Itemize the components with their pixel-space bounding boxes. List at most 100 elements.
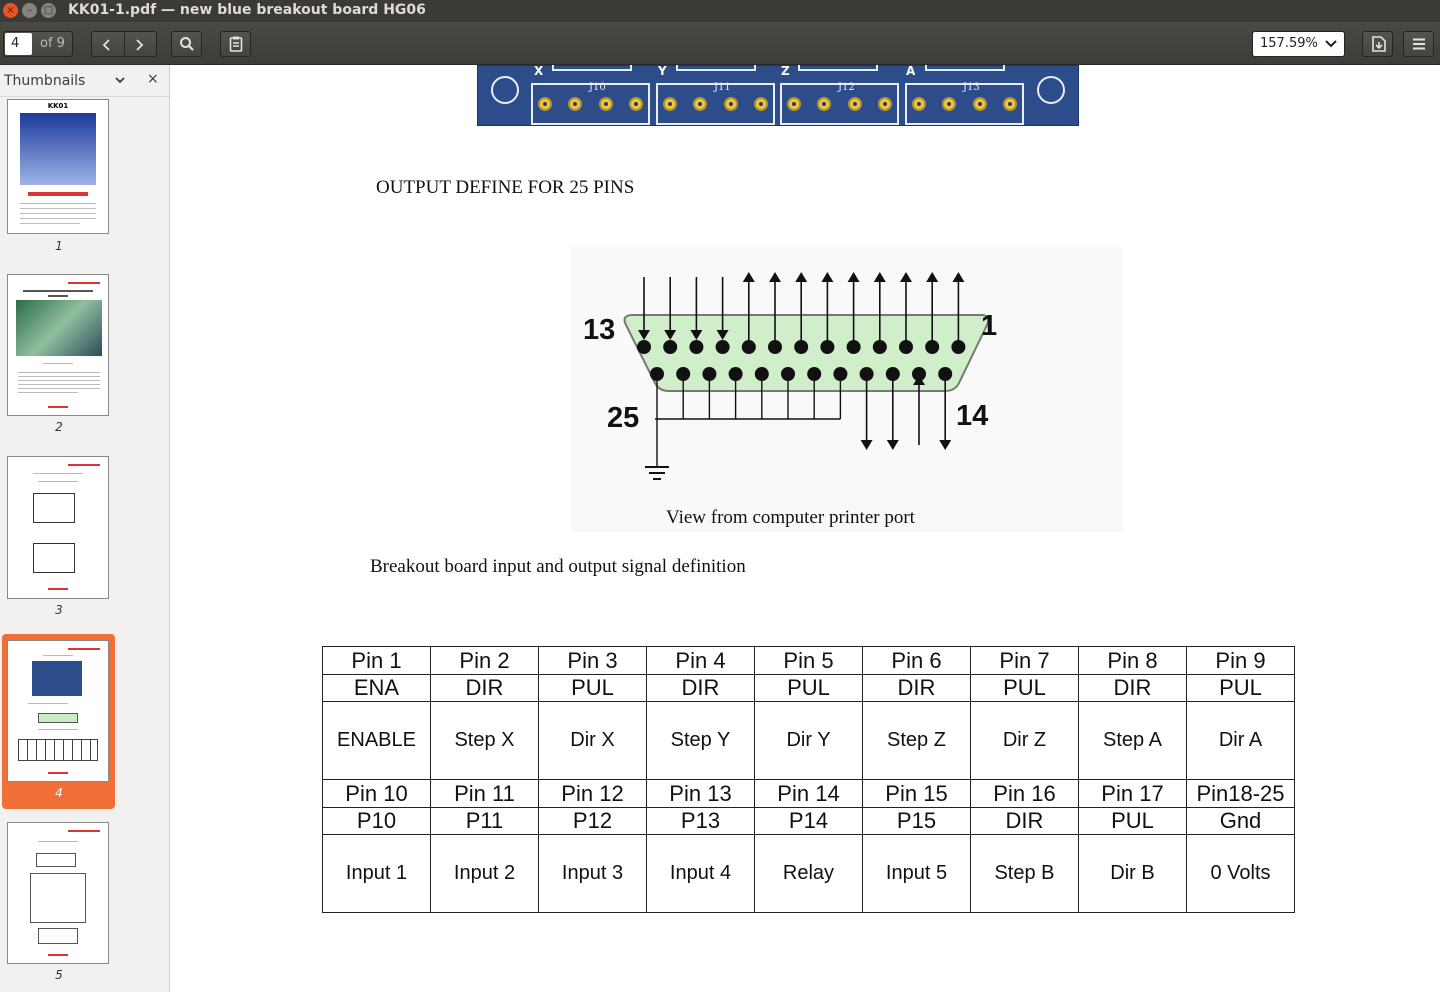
connector-pin xyxy=(794,340,809,354)
thumbnail-diagram xyxy=(30,873,86,923)
pin-cell: Pin 16 xyxy=(970,779,1079,808)
pin-cell: Pin 5 xyxy=(754,646,863,675)
pin-label-25: 25 xyxy=(607,402,639,434)
window-minimize-button[interactable]: – xyxy=(22,3,37,18)
search-icon xyxy=(180,37,194,51)
thumbnail-page-number: 5 xyxy=(55,968,63,982)
signal-cell: P11 xyxy=(430,807,539,835)
connector-pin xyxy=(663,340,678,354)
table-row: Pin 10 Pin 11 Pin 12 Pin 13 Pin 14 Pin 15 Pin … xyxy=(322,779,1295,808)
description-cell: Step Y xyxy=(646,701,755,780)
pcb-terminal-j12: J12 xyxy=(780,82,899,125)
table-row: Input 1 Input 2 Input 3 Input 4 Relay Input 5… xyxy=(322,834,1295,913)
signal-cell: P12 xyxy=(538,807,647,835)
db25-connector-diagram: 13 1 25 14 xyxy=(583,272,997,480)
connector-pin xyxy=(951,340,966,354)
zoom-select[interactable]: 157.59% xyxy=(1252,31,1345,57)
connector-pin xyxy=(637,340,651,354)
pin-label-1: 1 xyxy=(981,310,997,342)
connector-pin xyxy=(689,340,704,354)
pin-cell: Pin 1 xyxy=(322,646,431,675)
zoom-value: 157.59% xyxy=(1260,36,1318,51)
save-button[interactable] xyxy=(1362,31,1393,57)
find-button[interactable] xyxy=(171,31,202,57)
signal-cell: P15 xyxy=(862,807,971,835)
sidebar-header: Thumbnails × xyxy=(0,65,169,97)
connector-pin xyxy=(807,367,822,381)
document-view[interactable]: X Y Z A J10 J11 J12 J13 OUTPUT DEFINE FO… xyxy=(171,65,1440,992)
thumbnail-diagram xyxy=(33,543,75,573)
connector-pin xyxy=(768,340,782,354)
signal-definition-table: Pin 1 Pin 2 Pin 3 Pin 4 Pin 5 Pin 6 Pin 7 Pin 8… xyxy=(322,646,1295,913)
thumbnail-diagram xyxy=(38,928,78,944)
pcb-silkscreen xyxy=(798,65,878,71)
connector-pin xyxy=(925,340,940,354)
pcb-mark: A xyxy=(906,65,916,78)
connector-pin xyxy=(741,340,756,354)
description-cell: Step X xyxy=(430,701,539,780)
signal-cell: P10 xyxy=(322,807,431,835)
output-define-heading: OUTPUT DEFINE FOR 25 PINS xyxy=(376,177,635,198)
thumbnail-image xyxy=(7,640,109,782)
signal-cell: PUL xyxy=(970,674,1079,702)
connector-pin xyxy=(885,367,900,381)
pin-cell: Pin 10 xyxy=(322,779,431,808)
description-cell: Step Z xyxy=(862,701,971,780)
annotations-button[interactable] xyxy=(220,31,251,57)
thumbnail-page-number: 3 xyxy=(55,603,63,617)
sidebar-mode-dropdown[interactable] xyxy=(114,75,126,85)
pcb-label: J13 xyxy=(963,82,980,93)
pin-cell: Pin 12 xyxy=(538,779,647,808)
description-cell: Input 4 xyxy=(646,834,755,913)
pcb-label: J12 xyxy=(838,82,855,93)
signal-cell: PUL xyxy=(754,674,863,702)
thumbnail-page-number: 1 xyxy=(55,239,63,253)
connector-pin xyxy=(833,367,848,381)
pcb-mark: Z xyxy=(781,65,790,78)
signal-cell: DIR xyxy=(1078,674,1187,702)
pin-cell: Pin 13 xyxy=(646,779,755,808)
pin-label-13: 13 xyxy=(583,314,615,346)
window-maximize-button[interactable]: □ xyxy=(41,3,56,18)
page-number-input[interactable]: 4 xyxy=(5,33,32,55)
description-cell: Step B xyxy=(970,834,1079,913)
signal-cell: DIR xyxy=(862,674,971,702)
previous-page-button[interactable] xyxy=(100,37,114,56)
menu-button[interactable] xyxy=(1403,31,1434,57)
signal-cell: P13 xyxy=(646,807,755,835)
pin-cell: Pin 15 xyxy=(862,779,971,808)
toolbar: 4 of 9 157.59% xyxy=(0,22,1440,65)
window-close-button[interactable]: × xyxy=(3,3,18,18)
table-row: ENABLE Step X Dir X Step Y Dir Y Step Z Dir ZS… xyxy=(322,701,1295,780)
connector-pin xyxy=(859,367,874,381)
thumbnail-image: KK01 xyxy=(7,99,109,234)
description-cell: Input 1 xyxy=(322,834,431,913)
pcb-terminal-j10: J10 xyxy=(531,82,650,125)
pcb-silkscreen xyxy=(552,65,632,71)
thumbnail-text: KK01 xyxy=(47,102,69,110)
window-title: KK01-1.pdf — new blue breakout board HG0… xyxy=(68,2,426,18)
sidebar-close-button[interactable]: × xyxy=(147,71,159,87)
pcb-terminal-j11: J11 xyxy=(656,82,775,125)
chevron-right-icon xyxy=(136,39,144,51)
pin-cell: Pin 2 xyxy=(430,646,539,675)
pin-cell: Pin 9 xyxy=(1186,646,1295,675)
thumbnail-connector xyxy=(38,713,78,723)
signal-cell: Gnd xyxy=(1186,807,1295,835)
chevron-down-icon xyxy=(1325,40,1337,48)
connector-pin xyxy=(781,367,795,381)
pcb-mark: X xyxy=(534,65,544,78)
figure-caption: View from computer printer port xyxy=(666,507,915,528)
pcb-label: J10 xyxy=(589,82,606,93)
window-titlebar: × – □ KK01-1.pdf — new blue breakout boa… xyxy=(0,0,1440,22)
signal-cell: DIR xyxy=(646,674,755,702)
next-page-button[interactable] xyxy=(132,37,146,56)
pcb-mount-hole xyxy=(491,76,519,104)
thumbnail-diagram xyxy=(33,493,75,523)
description-cell: Dir Y xyxy=(754,701,863,780)
pcb-silkscreen xyxy=(925,65,1005,71)
pin-cell: Pin 11 xyxy=(430,779,539,808)
pcb-mount-hole xyxy=(1037,76,1065,104)
signal-cell: PUL xyxy=(1186,674,1295,702)
signal-cell: P14 xyxy=(754,807,863,835)
